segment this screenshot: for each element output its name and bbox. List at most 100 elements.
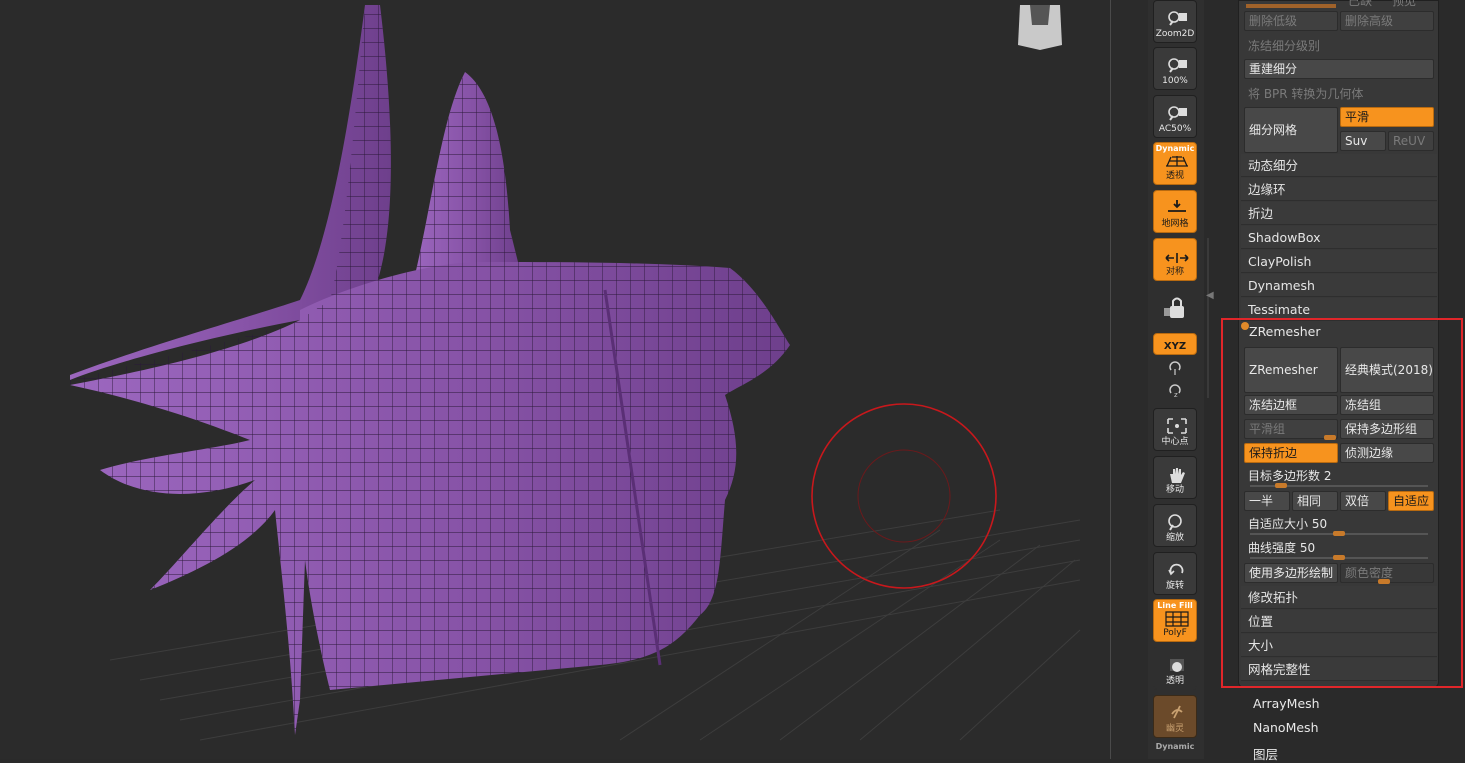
viewport-canvas[interactable] xyxy=(0,0,1110,759)
move-button[interactable]: 移动 xyxy=(1153,456,1197,499)
transparency-icon xyxy=(1170,659,1184,672)
polyframe-grid-icon xyxy=(1165,611,1189,627)
hand-icon xyxy=(1170,468,1185,483)
menu-dynamic-subdiv[interactable]: 动态细分 xyxy=(1241,154,1437,177)
collapse-arrow-icon[interactable]: ◀ xyxy=(1206,290,1214,301)
target-slider-knob[interactable] xyxy=(1274,483,1287,488)
center-target-icon xyxy=(1167,418,1187,434)
delete-lower-button[interactable]: 删除低级 xyxy=(1244,11,1338,31)
menu-edge-loop[interactable]: 边缘环 xyxy=(1241,178,1437,201)
color-density-knob[interactable] xyxy=(1378,579,1390,584)
adapt-size-value: 50 xyxy=(1311,517,1328,531)
delete-higher-button[interactable]: 删除高级 xyxy=(1340,11,1434,31)
menu-size[interactable]: 大小 xyxy=(1241,634,1437,657)
scale-button[interactable]: 缩放 xyxy=(1153,504,1197,547)
perspective-label: 透视 xyxy=(1165,171,1184,181)
keep-polygroups-button[interactable]: 保持多边形组 xyxy=(1340,419,1434,439)
adaptive-toggle[interactable]: 自适应 xyxy=(1388,491,1434,511)
detect-edges-button[interactable]: 侦测边缘 xyxy=(1340,443,1434,463)
linefill-label: Line Fill xyxy=(1157,601,1193,610)
floor-label: 地网格 xyxy=(1161,219,1189,229)
actual-size-label: 100% xyxy=(1162,76,1188,86)
zremesher-header[interactable]: ZRemesher xyxy=(1249,324,1321,339)
curve-label: 曲线强度 xyxy=(1248,541,1297,555)
floor-grid-button[interactable]: 地网格 xyxy=(1153,190,1197,233)
curve-value: 50 xyxy=(1299,541,1316,555)
freeze-border-button[interactable]: 冻结边框 xyxy=(1244,395,1338,415)
bpr-to-geo-label[interactable]: 将 BPR 转换为几何体 xyxy=(1248,85,1363,102)
divide-button[interactable]: 细分网格 xyxy=(1244,107,1338,153)
top-slider[interactable] xyxy=(1246,4,1336,8)
rebuild-subdiv-button[interactable]: 重建细分 xyxy=(1244,59,1434,79)
target-polycount-slider[interactable]: 目标多边形数 2 xyxy=(1248,467,1331,484)
brush-outer-ring xyxy=(811,403,997,589)
curve-strength-slider[interactable]: 曲线强度 50 xyxy=(1248,539,1315,556)
symmetry-label: 对称 xyxy=(1165,267,1184,277)
menu-position[interactable]: 位置 xyxy=(1241,610,1437,633)
same-button[interactable]: 相同 xyxy=(1292,491,1338,511)
perspective-grid-icon xyxy=(1166,156,1188,167)
zoom2d-label: Zoom2D xyxy=(1155,29,1195,39)
symmetry-button[interactable]: 对称 xyxy=(1153,238,1197,281)
top-clipped-b: 预见 xyxy=(1392,0,1417,8)
half-size-label: AC50% xyxy=(1158,124,1192,134)
right-padding xyxy=(1439,0,1465,759)
menu-modify-topology[interactable]: 修改拓扑 xyxy=(1241,586,1437,609)
target-value: 2 xyxy=(1323,469,1332,483)
magnifier-icon xyxy=(1168,514,1182,531)
transparent-button[interactable]: 透明 xyxy=(1153,647,1197,690)
freeze-groups-button[interactable]: 冻结组 xyxy=(1340,395,1434,415)
menu-layers[interactable]: 图层 xyxy=(1253,744,1278,763)
menu-mesh-integrity[interactable]: 网格完整性 xyxy=(1241,658,1437,681)
menu-shadowbox[interactable]: ShadowBox xyxy=(1241,226,1437,249)
menu-crease[interactable]: 折边 xyxy=(1241,202,1437,225)
adaptive-size-slider[interactable]: 自适应大小 50 xyxy=(1248,515,1327,532)
ghost-icon xyxy=(1171,705,1183,719)
right-shelf: Zoom2D 100% AC50% Dynamic 透视 地网格 对称 XYZ … xyxy=(1148,0,1204,759)
rotate-icon xyxy=(1168,563,1184,576)
half-button[interactable]: 一半 xyxy=(1244,491,1290,511)
smooth-toggle[interactable]: 平滑 xyxy=(1340,107,1434,127)
dynamic-label: Dynamic xyxy=(1155,144,1195,153)
polyframe-button[interactable]: Line Fill PolyF xyxy=(1153,599,1197,642)
center-point-button[interactable]: 中心点 xyxy=(1153,408,1197,451)
actual-size-button[interactable]: 100% xyxy=(1153,47,1197,90)
magnifier-icon xyxy=(1168,58,1187,73)
rotate-button[interactable]: 旋转 xyxy=(1153,552,1197,595)
z-rotate-icon[interactable]: z xyxy=(1162,383,1188,401)
freeze-subdiv-label[interactable]: 冻结细分级别 xyxy=(1248,37,1320,54)
adapt-size-knob[interactable] xyxy=(1333,531,1345,536)
classic-mode-button[interactable]: 经典模式(2018) xyxy=(1340,347,1434,393)
curve-knob[interactable] xyxy=(1333,555,1345,560)
zremesher-dot-icon xyxy=(1241,322,1249,330)
svg-text:z: z xyxy=(1174,391,1178,399)
suv-toggle[interactable]: Suv xyxy=(1340,131,1386,151)
menu-dynamesh[interactable]: Dynamesh xyxy=(1241,274,1437,297)
menu-tessimate[interactable]: Tessimate xyxy=(1241,298,1437,321)
viewport-gutter xyxy=(1111,0,1148,759)
ghost-button[interactable]: 幽灵 xyxy=(1153,695,1197,738)
polyf-label: PolyF xyxy=(1163,628,1187,638)
keep-creases-toggle[interactable]: 保持折边 xyxy=(1244,443,1338,463)
xyz-rotate-button[interactable]: XYZ xyxy=(1153,333,1197,355)
symmetry-arrows-icon xyxy=(1165,253,1189,263)
zoom2d-button[interactable]: Zoom2D xyxy=(1153,0,1197,43)
double-button[interactable]: 双倍 xyxy=(1340,491,1386,511)
menu-arraymesh[interactable]: ArrayMesh xyxy=(1253,696,1320,711)
magnifier-icon xyxy=(1168,11,1187,26)
zremesher-run-button[interactable]: ZRemesher xyxy=(1244,347,1338,393)
ghost-label: 幽灵 xyxy=(1165,724,1184,734)
y-rotate-icon[interactable] xyxy=(1162,360,1188,378)
adapt-size-label: 自适应大小 xyxy=(1248,517,1309,531)
lock-icon[interactable] xyxy=(1162,294,1188,322)
half-size-button[interactable]: AC50% xyxy=(1153,95,1197,138)
menu-nanomesh[interactable]: NanoMesh xyxy=(1253,720,1319,735)
floor-icon xyxy=(1168,200,1186,212)
use-polypaint-button[interactable]: 使用多边形绘制 xyxy=(1244,563,1338,583)
dynamic-bottom-label: Dynamic xyxy=(1155,742,1195,751)
perspective-button[interactable]: Dynamic 透视 xyxy=(1153,142,1197,185)
reuv-toggle[interactable]: ReUV xyxy=(1388,131,1434,151)
center-label: 中心点 xyxy=(1161,437,1189,447)
menu-claypolish[interactable]: ClayPolish xyxy=(1241,250,1437,273)
smooth-groups-knob[interactable] xyxy=(1324,435,1336,440)
